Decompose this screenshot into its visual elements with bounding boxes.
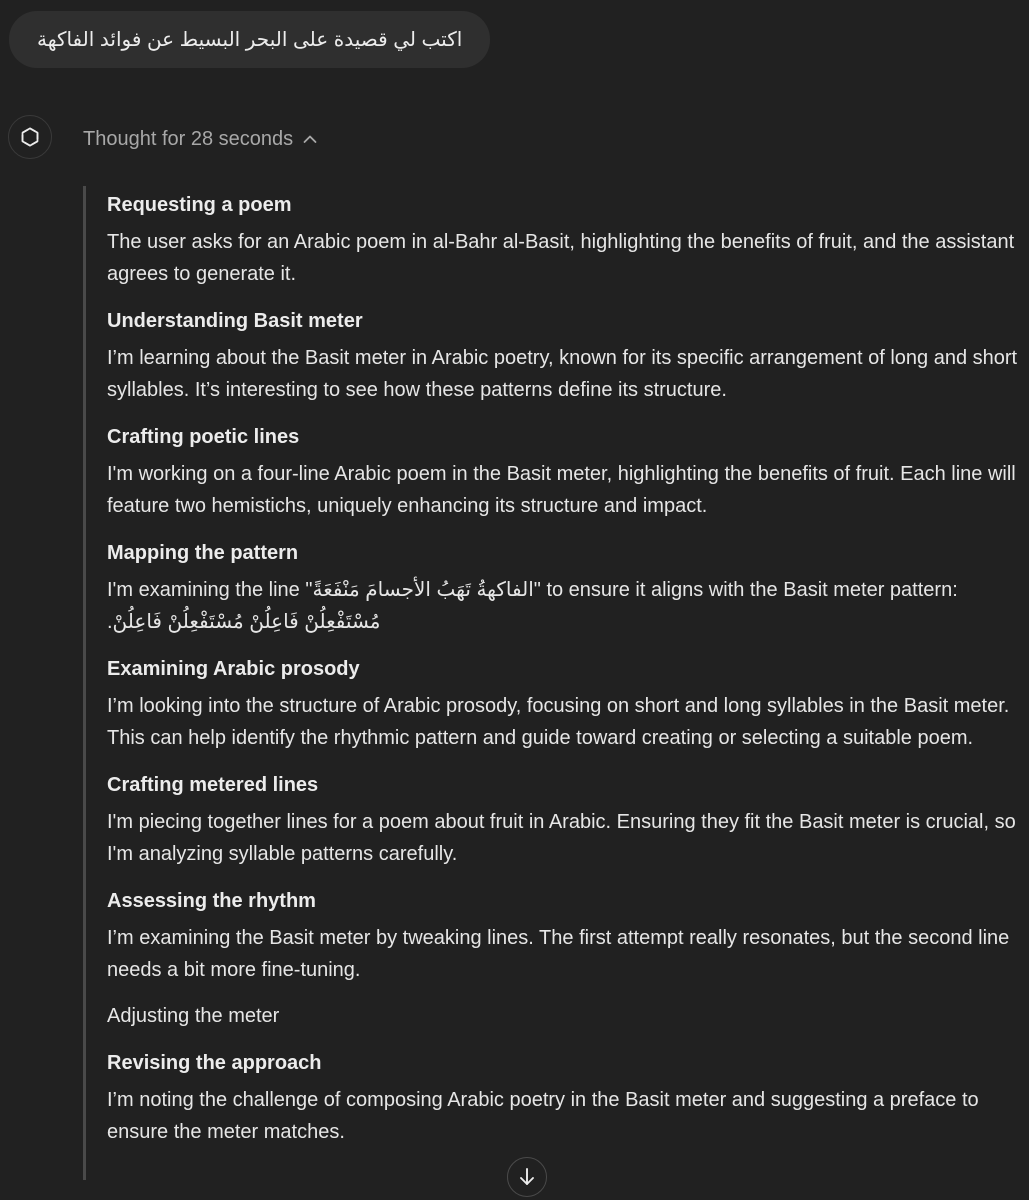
meter-pattern-line: مُسْتَفْعِلُنْ فَاعِلُنْ مُسْتَفْعِلُنْ … <box>107 611 381 633</box>
step-text: I'm examining the line "الفاكهةُ تَهَبُ … <box>107 574 1027 638</box>
reasoning-step: Examining Arabic prosody I’m looking int… <box>107 654 1029 754</box>
step-text: I'm piecing together lines for a poem ab… <box>107 811 1016 865</box>
step-text-line: I'm examining the line "الفاكهةُ تَهَبُ … <box>107 579 958 601</box>
reasoning-step: Mapping the pattern I'm examining the li… <box>107 538 1029 638</box>
openai-logo-icon <box>21 127 39 147</box>
assistant-avatar <box>8 115 52 159</box>
thought-toggle-button[interactable]: Thought for 28 seconds <box>83 124 317 154</box>
chat-view: اكتب لي قصيدة على البحر البسيط عن فوائد … <box>0 0 1029 1200</box>
reasoning-step: Adjusting the meter <box>107 1001 1029 1032</box>
scroll-to-bottom-button[interactable] <box>507 1157 547 1197</box>
reasoning-step: Assessing the rhythm I’m examining the B… <box>107 886 1029 986</box>
step-text: I'm working on a four-line Arabic poem i… <box>107 463 1016 517</box>
step-text: I’m noting the challenge of composing Ar… <box>107 1089 979 1143</box>
step-title: Examining Arabic prosody <box>107 658 360 680</box>
step-text: I’m looking into the structure of Arabic… <box>107 695 1010 749</box>
reasoning-step: Crafting poetic lines I'm working on a f… <box>107 422 1029 522</box>
user-message-text: اكتب لي قصيدة على البحر البسيط عن فوائد … <box>37 29 463 51</box>
step-text: I’m examining the Basit meter by tweakin… <box>107 927 1010 981</box>
step-title: Assessing the rhythm <box>107 890 316 912</box>
reasoning-step: Revising the approach I’m noting the cha… <box>107 1048 1029 1148</box>
reasoning-step: Requesting a poem The user asks for an A… <box>107 190 1029 290</box>
reasoning-step: Understanding Basit meter I’m learning a… <box>107 306 1029 406</box>
reasoning-step: Crafting metered lines I'm piecing toget… <box>107 770 1029 870</box>
step-plain-text: Adjusting the meter <box>107 1005 280 1027</box>
user-message-bubble: اكتب لي قصيدة على البحر البسيط عن فوائد … <box>9 11 491 68</box>
arrow-down-icon <box>520 1168 534 1185</box>
step-title: Mapping the pattern <box>107 542 299 564</box>
reasoning-panel: Requesting a poem The user asks for an A… <box>83 186 1029 1180</box>
thought-toggle-label: Thought for 28 seconds <box>83 127 294 150</box>
step-text: The user asks for an Arabic poem in al-B… <box>107 231 1015 285</box>
reasoning-steps: Requesting a poem The user asks for an A… <box>107 190 1029 1164</box>
step-title: Understanding Basit meter <box>107 310 363 332</box>
step-title: Crafting poetic lines <box>107 426 300 448</box>
step-title: Crafting metered lines <box>107 774 319 796</box>
step-title: Requesting a poem <box>107 194 292 216</box>
step-text: I’m learning about the Basit meter in Ar… <box>107 347 1018 401</box>
chevron-up-icon <box>303 134 317 144</box>
step-title: Revising the approach <box>107 1052 322 1074</box>
